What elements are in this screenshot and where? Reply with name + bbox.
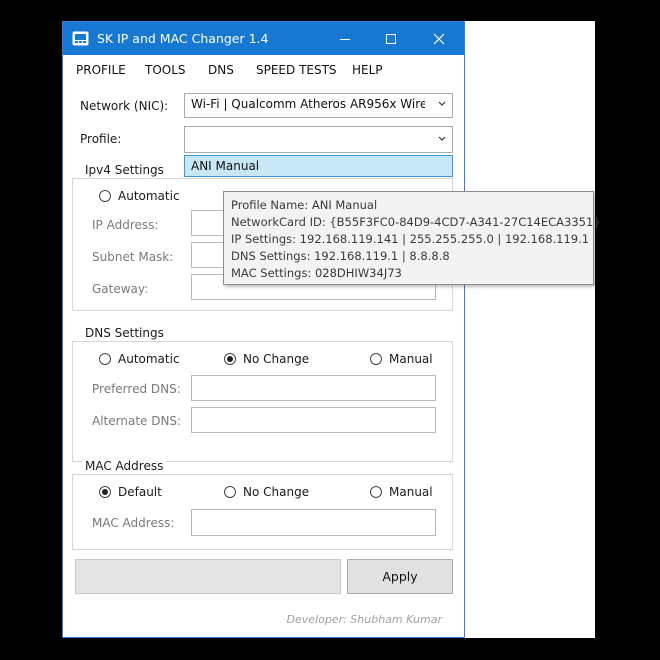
alternate-dns-input[interactable] xyxy=(191,407,436,433)
developer-credit: Developer: Shubham Kumar xyxy=(286,613,442,626)
mac-address-title: MAC Address xyxy=(82,459,167,473)
profile-tooltip: Profile Name: ANI Manual NetworkCard ID:… xyxy=(223,191,601,285)
menu-profile[interactable]: PROFILE xyxy=(76,63,126,77)
app-icon xyxy=(72,31,89,46)
mac-manual-radio[interactable] xyxy=(370,486,382,498)
subnet-mask-label: Subnet Mask: xyxy=(92,250,174,264)
dns-automatic-label: Automatic xyxy=(118,352,180,366)
dns-manual-radio[interactable] xyxy=(370,353,382,365)
mac-address-input[interactable] xyxy=(191,509,436,536)
maximize-button[interactable] xyxy=(368,22,414,55)
close-button[interactable] xyxy=(416,22,462,55)
tooltip-networkcard-id: NetworkCard ID: {B55F3FC0-84D9-4CD7-A341… xyxy=(231,215,601,229)
app-window: SK IP and MAC Changer 1.4 PROFILE TOOLS … xyxy=(62,21,465,638)
mac-default-label: Default xyxy=(118,485,162,499)
minimize-button[interactable] xyxy=(322,22,368,55)
profile-select[interactable] xyxy=(184,126,453,153)
profile-dropdown-item[interactable]: ANI Manual xyxy=(191,159,259,173)
network-select[interactable]: Wi-Fi | Qualcomm Atheros AR956x Wire xyxy=(184,93,453,118)
status-box xyxy=(75,559,341,594)
dns-no-change-label: No Change xyxy=(243,352,310,366)
minimize-icon xyxy=(340,38,350,40)
chevron-down-icon xyxy=(438,101,446,106)
mac-default-radio[interactable] xyxy=(99,486,111,498)
tooltip-ip-settings: IP Settings: 192.168.119.141 | 255.255.2… xyxy=(231,232,590,246)
preferred-dns-label: Preferred DNS: xyxy=(92,382,181,396)
maximize-icon xyxy=(386,33,396,44)
apply-button[interactable]: Apply xyxy=(347,559,453,594)
menu-tools[interactable]: TOOLS xyxy=(145,63,186,77)
dns-manual-label: Manual xyxy=(389,352,433,366)
dns-settings-title: DNS Settings xyxy=(82,326,167,340)
menu-help[interactable]: HELP xyxy=(352,63,383,77)
dns-automatic-radio[interactable] xyxy=(99,353,111,365)
network-value: Wi-Fi | Qualcomm Atheros AR956x Wire xyxy=(191,97,425,111)
gateway-label: Gateway: xyxy=(92,282,149,296)
close-icon xyxy=(433,33,445,44)
ip-address-label: IP Address: xyxy=(92,218,159,232)
tooltip-mac-settings: MAC Settings: 028DHIW34J73 xyxy=(231,266,402,280)
chevron-down-icon xyxy=(438,136,446,141)
menu-dns[interactable]: DNS xyxy=(208,63,234,77)
preferred-dns-input[interactable] xyxy=(191,375,436,401)
mac-no-change-label: No Change xyxy=(243,485,310,499)
profile-label: Profile: xyxy=(80,132,122,146)
ipv4-automatic-radio[interactable] xyxy=(99,190,111,202)
profile-dropdown-list: ANI Manual xyxy=(184,155,453,177)
menu-speed-tests[interactable]: SPEED TESTS xyxy=(256,63,337,77)
alternate-dns-label: Alternate DNS: xyxy=(92,414,182,428)
mac-no-change-radio[interactable] xyxy=(224,486,236,498)
menu-bar: PROFILE TOOLS DNS SPEED TESTS HELP xyxy=(63,59,464,83)
dns-no-change-radio[interactable] xyxy=(224,353,236,365)
window-title: SK IP and MAC Changer 1.4 xyxy=(97,31,269,46)
title-bar[interactable]: SK IP and MAC Changer 1.4 xyxy=(63,22,464,55)
tooltip-dns-settings: DNS Settings: 192.168.119.1 | 8.8.8.8 xyxy=(231,249,450,263)
mac-manual-label: Manual xyxy=(389,485,433,499)
ipv4-settings-title: Ipv4 Settings xyxy=(82,163,167,177)
network-label: Network (NIC): xyxy=(80,99,169,113)
mac-address-label: MAC Address: xyxy=(92,516,175,530)
tooltip-profile-name: Profile Name: ANI Manual xyxy=(231,198,378,212)
background-panel xyxy=(465,21,595,638)
ipv4-automatic-label: Automatic xyxy=(118,189,180,203)
